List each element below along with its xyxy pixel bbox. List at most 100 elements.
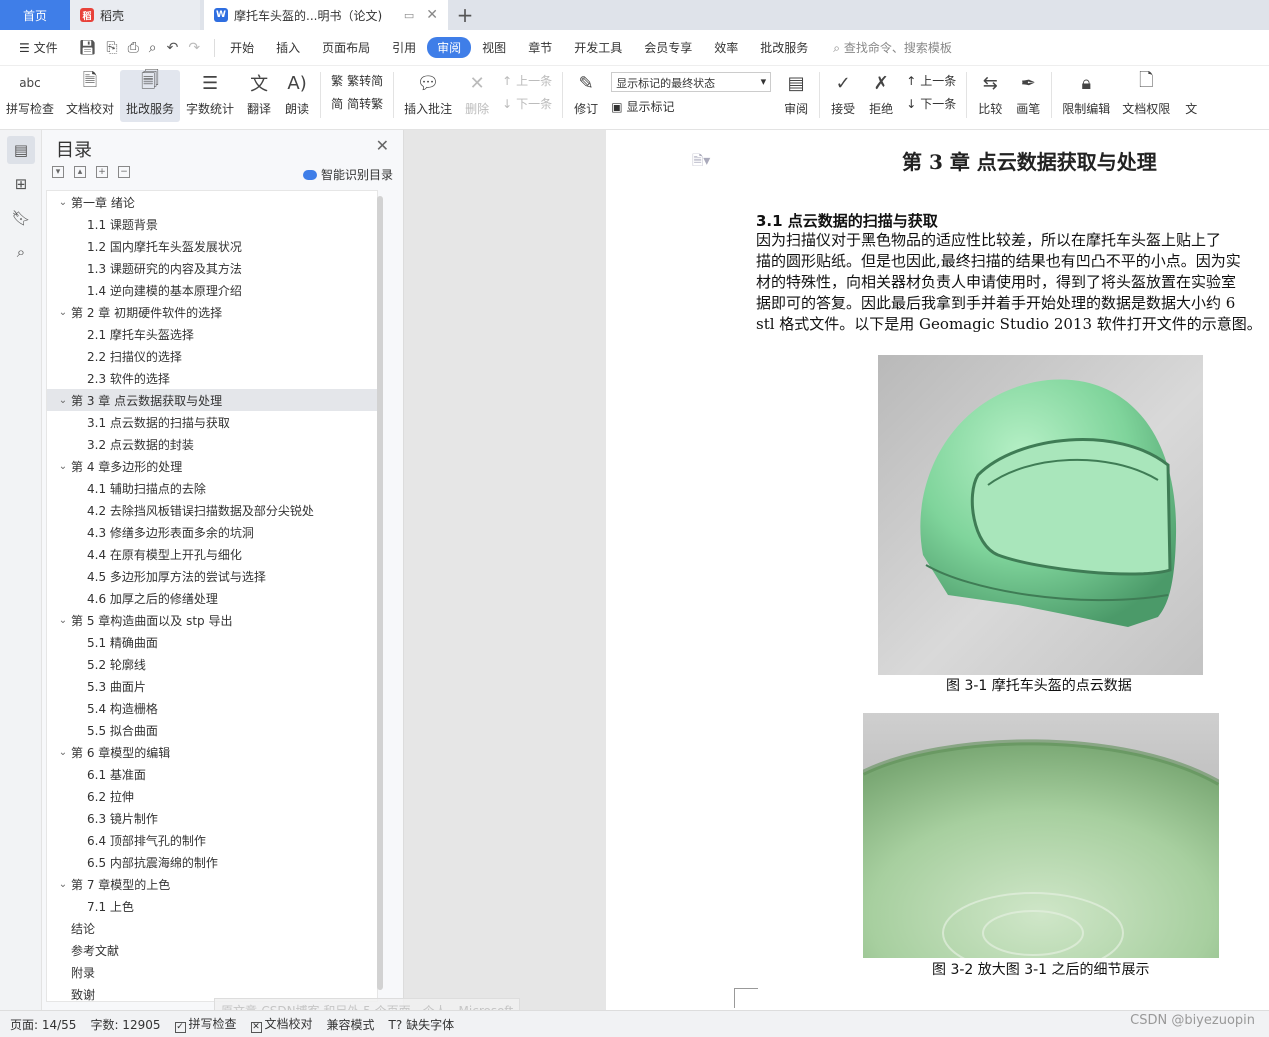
menu-member[interactable]: 会员专享: [633, 39, 703, 56]
doc-permission-button[interactable]: 🗋︎ 文档权限: [1116, 70, 1176, 122]
toc-section-item[interactable]: 1.3 课题研究的内容及其方法: [47, 257, 377, 279]
toc-chapter-item[interactable]: ⌄ 第 5 章构造曲面以及 stp 导出: [47, 609, 377, 631]
redo-icon[interactable]: ↷: [188, 40, 200, 56]
toc-section-item[interactable]: 4.1 辅助扫描点的去除: [47, 477, 377, 499]
toc-section-item[interactable]: 3.1 点云数据的扫描与获取: [47, 411, 377, 433]
next-comment-button[interactable]: ↓ 下一条: [502, 95, 552, 112]
prev-revision-button[interactable]: ↑ 上一条: [906, 72, 956, 89]
toc-section-item[interactable]: 6.1 基准面: [47, 763, 377, 785]
word-count-indicator[interactable]: 字数: 12905: [90, 1016, 160, 1033]
insert-comment-button[interactable]: 💬︎ 插入批注: [398, 70, 458, 122]
toc-section-item[interactable]: 1.4 逆向建模的基本原理介绍: [47, 279, 377, 301]
toc-section-item[interactable]: 1.1 课题背景: [47, 213, 377, 235]
document-page[interactable]: 🗎︎▾ 第 3 章 点云数据获取与处理 3.1 点云数据的扫描与获取 因为扫描仪…: [606, 130, 1269, 1010]
chevron-down-icon[interactable]: ⌄: [55, 461, 71, 472]
toc-section-item[interactable]: 2.2 扫描仪的选择: [47, 345, 377, 367]
menu-start[interactable]: 开始: [219, 39, 265, 56]
toc-section-item[interactable]: 4.2 去除挡风板错误扫描数据及部分尖锐处: [47, 499, 377, 521]
correction-service-button[interactable]: 🗐︎ 批改服务: [120, 70, 181, 122]
menu-efficiency[interactable]: 效率: [703, 39, 749, 56]
menu-view[interactable]: 视图: [471, 39, 517, 56]
file-menu[interactable]: ☰ 文件: [8, 39, 69, 56]
tab-monitor-icon[interactable]: ▭: [404, 9, 414, 22]
page-indicator[interactable]: 页面: 14/55: [10, 1016, 76, 1033]
chevron-down-icon[interactable]: ⌄: [55, 307, 71, 318]
toc-section-item[interactable]: 5.2 轮廓线: [47, 653, 377, 675]
toc-chapter-item[interactable]: ⌄ 第 3 章 点云数据获取与处理: [47, 389, 377, 411]
tab-close-icon[interactable]: ✕: [426, 7, 438, 23]
chevron-down-icon[interactable]: ⌄: [55, 197, 71, 208]
page-options-icon[interactable]: 🗎︎▾: [692, 150, 710, 174]
new-tab-button[interactable]: +: [448, 0, 482, 30]
show-markup-button[interactable]: ▣ 显示标记: [611, 98, 771, 115]
toc-section-item[interactable]: 5.1 精确曲面: [47, 631, 377, 653]
toc-panel-icon[interactable]: ▤: [7, 136, 35, 164]
chevron-down-icon[interactable]: ⌄: [55, 615, 71, 626]
toc-scrollbar-thumb[interactable]: [377, 196, 383, 990]
remove-level-icon[interactable]: −: [118, 166, 130, 178]
toc-section-item[interactable]: 5.5 拟合曲面: [47, 719, 377, 741]
chevron-down-icon[interactable]: ⌄: [55, 879, 71, 890]
menu-developer[interactable]: 开发工具: [563, 39, 633, 56]
toc-section-item[interactable]: 2.1 摩托车头盔选择: [47, 323, 377, 345]
trad-to-simp-button[interactable]: 繁繁转简: [331, 72, 383, 89]
toc-scrollbar[interactable]: [376, 196, 384, 996]
menu-chapter[interactable]: 章节: [517, 39, 563, 56]
missing-font-button[interactable]: T? 缺失字体: [389, 1016, 455, 1033]
markup-state-select[interactable]: 显示标记的最终状态 ▾: [611, 72, 772, 92]
accept-button[interactable]: ✓ 接受: [824, 70, 862, 122]
compare-button[interactable]: ⇆ 比较: [971, 70, 1009, 122]
simp-to-trad-button[interactable]: 简简转繁: [331, 95, 383, 112]
next-revision-button[interactable]: ↓ 下一条: [906, 95, 956, 112]
search-icon[interactable]: ⌕: [7, 238, 35, 266]
tab-daoke[interactable]: 稻 稻壳: [70, 0, 200, 30]
translate-button[interactable]: 文 翻译: [240, 70, 278, 122]
toc-section-item[interactable]: 3.2 点云数据的封装: [47, 433, 377, 455]
menu-insert[interactable]: 插入: [265, 39, 311, 56]
menu-page-layout[interactable]: 页面布局: [311, 39, 381, 56]
toc-chapter-item[interactable]: ⌄ 第 7 章模型的上色: [47, 873, 377, 895]
doc-proof-button[interactable]: 🗎︎ 文档校对: [60, 70, 120, 122]
toc-section-item[interactable]: 2.3 软件的选择: [47, 367, 377, 389]
toc-section-item[interactable]: 5.3 曲面片: [47, 675, 377, 697]
chevron-down-icon[interactable]: ⌄: [55, 395, 71, 406]
review-pane-button[interactable]: ▤ 审阅: [777, 70, 815, 122]
toc-chapter-item[interactable]: 结论: [47, 917, 377, 939]
delete-comment-button[interactable]: ✕ 删除: [458, 70, 496, 122]
tab-document[interactable]: W 摩托车头盔的...明书（论文) ▭ ✕: [204, 0, 448, 30]
toc-close-icon[interactable]: ✕: [376, 136, 389, 155]
spell-check-button[interactable]: abc 拼写检查: [0, 70, 60, 122]
toc-section-item[interactable]: 4.4 在原有模型上开孔与细化: [47, 543, 377, 565]
smart-toc-button[interactable]: 智能识别目录: [302, 166, 393, 183]
menu-correction-service[interactable]: 批改服务: [749, 39, 819, 56]
toc-section-item[interactable]: 1.2 国内摩托车头盔发展状况: [47, 235, 377, 257]
toc-chapter-item[interactable]: 参考文献: [47, 939, 377, 961]
prev-comment-button[interactable]: ↑ 上一条: [502, 72, 552, 89]
chevron-down-icon[interactable]: ⌄: [55, 747, 71, 758]
toc-chapter-item[interactable]: 附录: [47, 961, 377, 983]
toc-chapter-item[interactable]: ⌄ 第 4 章多边形的处理: [47, 455, 377, 477]
print-icon[interactable]: ⎙: [128, 40, 139, 56]
save-icon[interactable]: 💾︎: [79, 40, 97, 56]
menu-review[interactable]: 审阅: [427, 37, 472, 58]
toc-section-item[interactable]: 7.1 上色: [47, 895, 377, 917]
word-count-button[interactable]: ☰ 字数统计: [180, 70, 240, 122]
toc-chapter-item[interactable]: ⌄ 第 2 章 初期硬件软件的选择: [47, 301, 377, 323]
toc-section-item[interactable]: 5.4 构造栅格: [47, 697, 377, 719]
bookmark-icon[interactable]: 🔖︎: [7, 204, 35, 232]
spell-check-toggle[interactable]: ✓ 拼写检查: [174, 1015, 237, 1033]
toc-section-item[interactable]: 4.5 多边形加厚方法的尝试与选择: [47, 565, 377, 587]
tab-home[interactable]: 首页: [0, 0, 70, 30]
print-preview-icon[interactable]: ⌕: [149, 40, 157, 56]
toc-section-item[interactable]: 6.4 顶部排气孔的制作: [47, 829, 377, 851]
doc-proof-toggle[interactable]: ✕ 文档校对: [250, 1015, 313, 1033]
toc-chapter-item[interactable]: ⌄ 第一章 绪论: [47, 191, 377, 213]
toc-section-item[interactable]: 6.3 镜片制作: [47, 807, 377, 829]
more-button[interactable]: 文: [1176, 70, 1206, 122]
chapter-nav-icon[interactable]: ⊞: [7, 170, 35, 198]
command-search[interactable]: ⌕ 查找命令、搜索模板: [833, 39, 952, 56]
collapse-all-icon[interactable]: ▾: [52, 166, 64, 178]
restrict-edit-button[interactable]: 🔒︎ 限制编辑: [1056, 70, 1116, 122]
add-level-icon[interactable]: +: [96, 166, 108, 178]
menu-reference[interactable]: 引用: [381, 39, 427, 56]
